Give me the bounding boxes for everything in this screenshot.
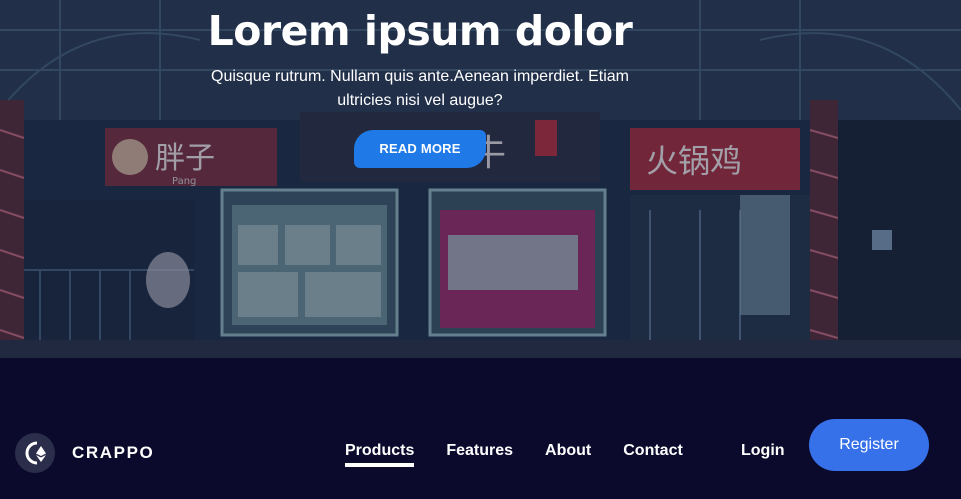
nav-link-products[interactable]: Products bbox=[345, 442, 415, 467]
navbar: CRAPPO Products Features About Contact L… bbox=[0, 358, 961, 499]
brand-name: CRAPPO bbox=[72, 443, 155, 462]
hero-section: 胖子 Pang 牛 火锅鸡 Lorem ipsum dolor Quisque … bbox=[0, 0, 961, 358]
login-link[interactable]: Login bbox=[741, 442, 785, 460]
hero-subtitle: Quisque rutrum. Nullam quis ante.Aenean … bbox=[211, 68, 629, 109]
nav-links: Products Features About Contact bbox=[345, 442, 715, 467]
nav-link-features[interactable]: Features bbox=[446, 442, 513, 466]
nav-link-about[interactable]: About bbox=[545, 442, 591, 466]
register-button[interactable]: Register bbox=[809, 419, 929, 471]
brand[interactable]: CRAPPO bbox=[15, 433, 154, 473]
nav-link-contact[interactable]: Contact bbox=[623, 442, 683, 466]
hero-content: Lorem ipsum dolor Quisque rutrum. Nullam… bbox=[180, 0, 660, 168]
read-more-button[interactable]: READ MORE bbox=[354, 130, 486, 168]
hero-title: Lorem ipsum dolor bbox=[207, 7, 633, 55]
crypto-coin-logo-icon bbox=[15, 433, 55, 473]
